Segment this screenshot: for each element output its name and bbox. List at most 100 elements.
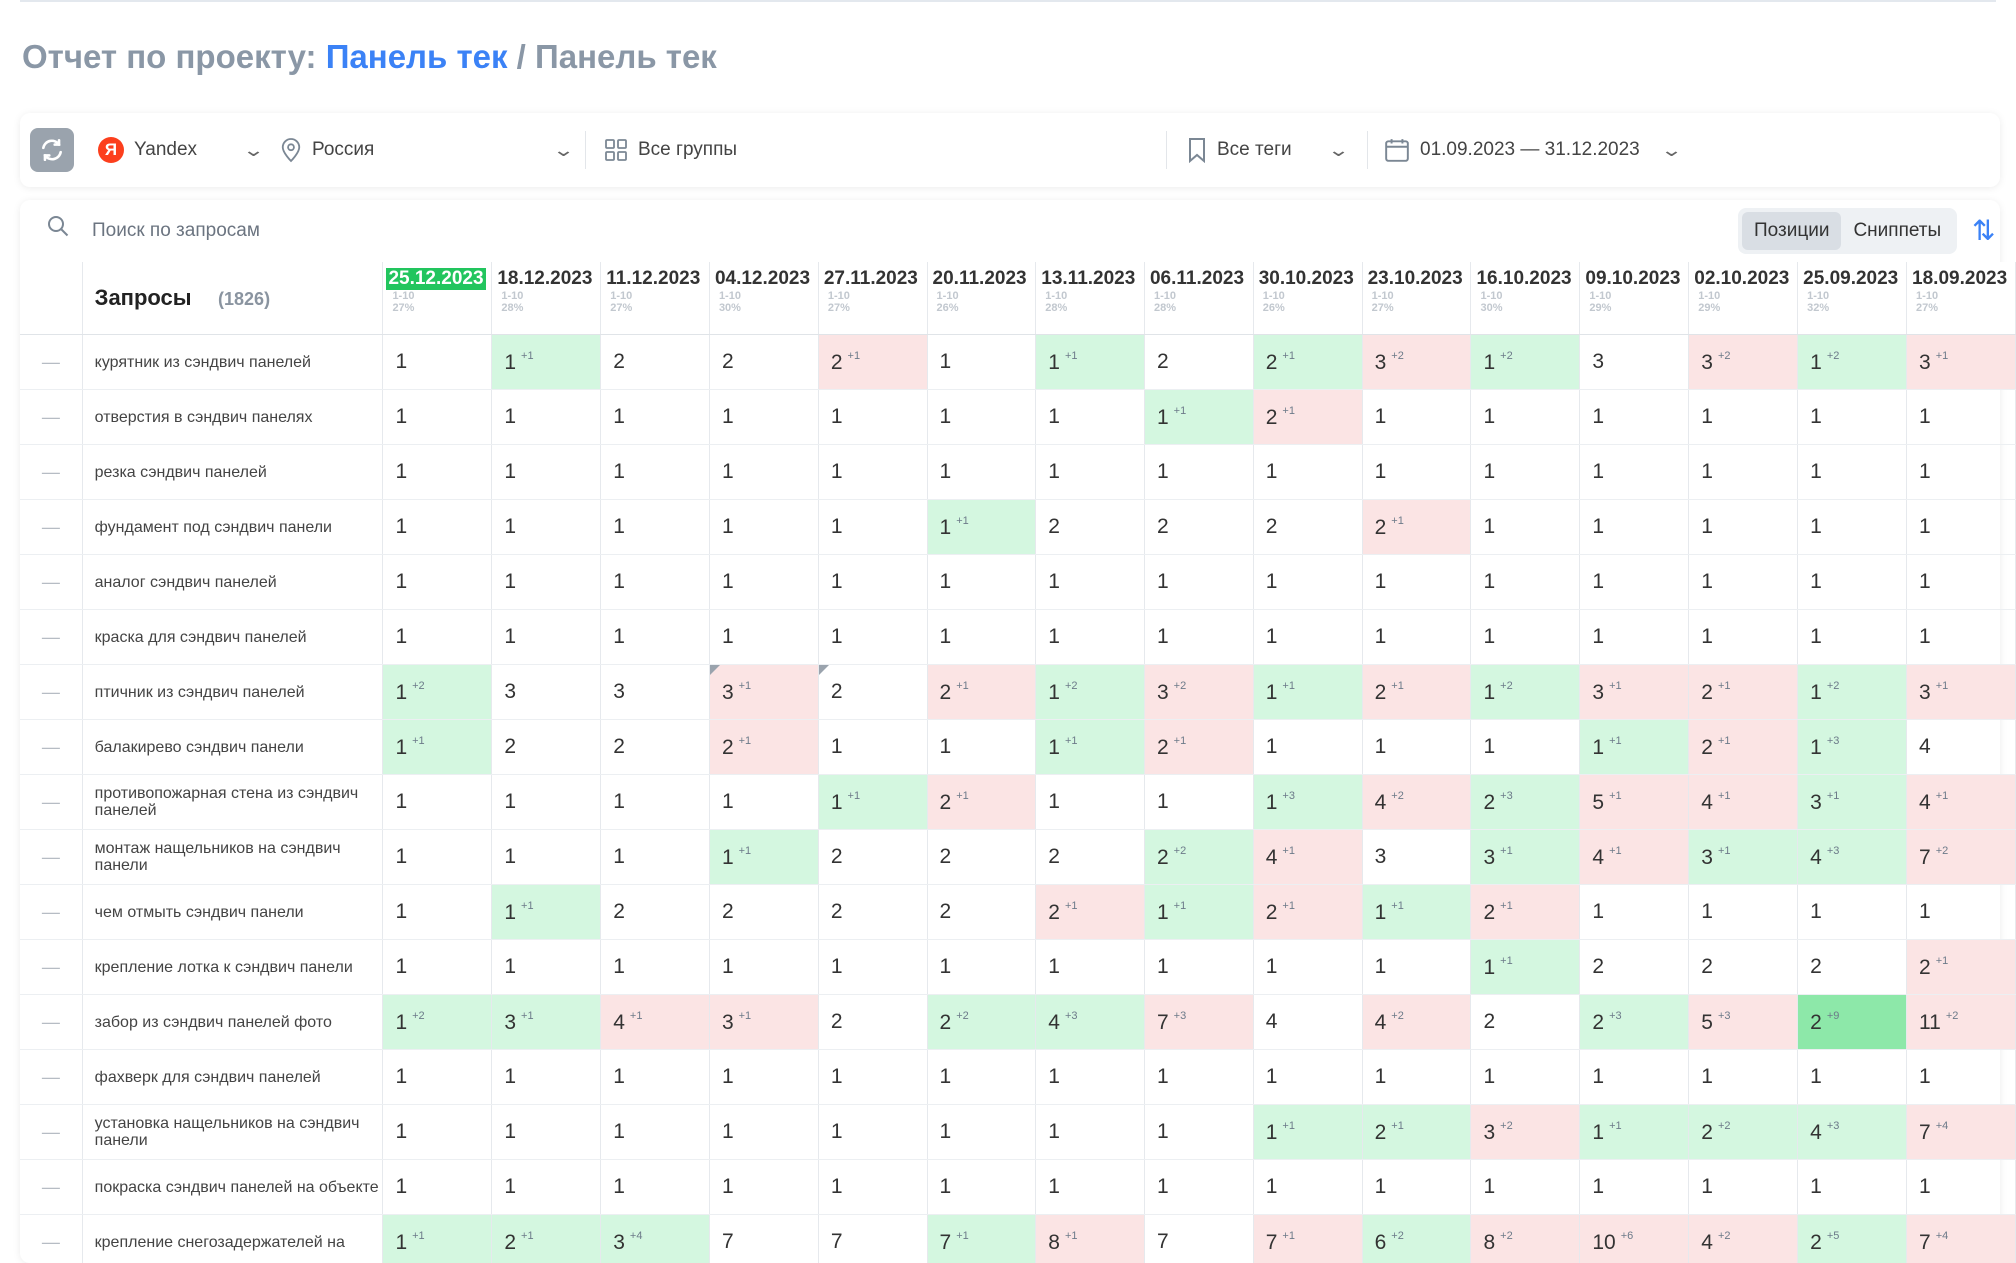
position-cell[interactable]: 1 +2 [1035,664,1145,720]
position-cell[interactable]: 1 +2 [382,994,493,1050]
position-cell[interactable]: 1 [382,829,493,885]
position-cell[interactable]: 2 [927,829,1037,885]
position-cell[interactable]: 1 [1362,609,1472,665]
date-column-header[interactable]: 11.12.2023 1-10 27% [600,262,710,335]
table-row[interactable]: — краска для сэндвич панелей 1 1 1 1 1 1 1 1 1 1 1 1 1… [20,609,2016,665]
row-handle[interactable]: — [20,499,83,555]
position-cell[interactable]: 1 [1579,389,1690,445]
row-handle[interactable]: — [20,719,83,775]
project-link[interactable]: Панель тек [326,38,508,75]
position-cell[interactable]: 2 [1470,994,1581,1050]
position-cell[interactable]: 1 [600,389,710,445]
position-cell[interactable]: 1 [818,499,928,555]
position-cell[interactable]: 3 +1 [709,994,819,1050]
date-column-header[interactable]: 18.09.2023 1-10 27% [1906,262,2016,335]
position-cell[interactable]: 1 +3 [1797,719,1908,775]
position-cell[interactable]: 3 [1579,334,1690,390]
row-handle[interactable]: — [20,554,83,610]
position-cell[interactable]: 1 [600,609,710,665]
position-cell[interactable]: 2 +1 [1253,334,1363,390]
position-cell[interactable]: 2 [600,719,710,775]
position-cell[interactable]: 1 [1470,1159,1581,1215]
engine-select[interactable]: Я Yandex ⌄ [98,113,280,187]
position-cell[interactable]: 1 +1 [1362,884,1472,940]
position-cell[interactable]: 1 [709,939,819,995]
position-cell[interactable]: 1 +1 [1144,389,1254,445]
position-cell[interactable]: 1 [1470,609,1581,665]
position-cell[interactable]: 1 [1797,554,1908,610]
position-cell[interactable]: 1 +1 [491,334,602,390]
position-cell[interactable]: 1 +2 [1470,334,1581,390]
position-cell[interactable]: 1 +1 [1253,664,1363,720]
position-cell[interactable]: 2 +1 [927,664,1037,720]
table-row[interactable]: — фундамент под сэндвич панели 1 1 1 1 1 1 +1 2 2 2… [20,499,2016,555]
position-cell[interactable]: 1 [600,829,710,885]
date-column-header[interactable]: 25.12.2023 1-10 27% [382,262,493,335]
position-cell[interactable]: 1 [1906,554,2016,610]
position-cell[interactable]: 2 [600,884,710,940]
position-cell[interactable]: 3 +2 [1688,334,1799,390]
position-cell[interactable]: 2 [709,884,819,940]
position-cell[interactable]: 2 +1 [1253,389,1363,445]
position-cell[interactable]: 1 [927,389,1037,445]
row-handle[interactable]: — [20,664,83,720]
position-cell[interactable]: 1 [1797,499,1908,555]
region-select[interactable]: Россия ⌄ [280,113,585,187]
table-row[interactable]: — чем отмыть сэндвич панели 1 1 +1 2 2 2 2 2 +1 1 +1… [20,884,2016,940]
row-handle[interactable]: — [20,939,83,995]
position-cell[interactable]: 1 [600,554,710,610]
position-cell[interactable]: 1 [1035,554,1145,610]
row-handle[interactable]: — [20,1159,83,1215]
position-cell[interactable]: 2 [1688,939,1799,995]
position-cell[interactable]: 1 [1470,1049,1581,1105]
position-cell[interactable]: 1 [1362,939,1472,995]
position-cell[interactable]: 5 +1 [1579,774,1690,830]
row-handle[interactable]: — [20,389,83,445]
date-column-header[interactable]: 27.11.2023 1-10 27% [818,262,928,335]
position-cell[interactable]: 1 [1035,1159,1145,1215]
position-cell[interactable]: 2 [1579,939,1690,995]
position-cell[interactable]: 7 [818,1214,928,1263]
search-input[interactable] [90,214,694,248]
position-cell[interactable]: 1 [927,554,1037,610]
position-cell[interactable]: 1 [1579,499,1690,555]
position-cell[interactable]: 1 [818,444,928,500]
position-cell[interactable]: 1 [491,1104,602,1160]
position-cell[interactable]: 2 +9 [1797,994,1908,1050]
query-header[interactable]: Запросы (1826) [82,262,384,335]
position-cell[interactable]: 3 +2 [1362,334,1472,390]
date-column-header[interactable]: 18.12.2023 1-10 28% [491,262,602,335]
position-cell[interactable]: 1 [927,1104,1037,1160]
position-cell[interactable]: 1 +2 [1797,334,1908,390]
position-cell[interactable]: 1 [491,444,602,500]
position-cell[interactable]: 1 +1 [1253,1104,1363,1160]
position-cell[interactable]: 4 +1 [600,994,710,1050]
position-cell[interactable]: 1 [1144,774,1254,830]
position-cell[interactable]: 1 [491,829,602,885]
position-cell[interactable]: 3 +1 [1470,829,1581,885]
table-row[interactable]: — установка нащельников на сэндвич панели… [20,1104,2016,1160]
position-cell[interactable]: 1 [1906,389,2016,445]
row-handle[interactable]: — [20,1104,83,1160]
position-cell[interactable]: 1 [709,774,819,830]
position-cell[interactable]: 10 +6 [1579,1214,1690,1263]
position-cell[interactable]: 2 +1 [1688,664,1799,720]
position-cell[interactable]: 2 [927,884,1037,940]
position-cell[interactable]: 7 +3 [1144,994,1254,1050]
position-cell[interactable]: 1 [1035,774,1145,830]
position-cell[interactable]: 4 +1 [1579,829,1690,885]
position-cell[interactable]: 1 +1 [1579,1104,1690,1160]
position-cell[interactable]: 1 [600,1049,710,1105]
position-cell[interactable]: 1 [1362,389,1472,445]
position-cell[interactable]: 2 +1 [1253,884,1363,940]
position-cell[interactable]: 11 +2 [1906,994,2016,1050]
position-cell[interactable]: 1 [1144,1049,1254,1105]
position-cell[interactable]: 1 [600,1159,710,1215]
position-cell[interactable]: 1 [1797,389,1908,445]
position-cell[interactable]: 1 [1688,444,1799,500]
position-cell[interactable]: 1 +2 [1797,664,1908,720]
position-cell[interactable]: 4 +3 [1035,994,1145,1050]
position-cell[interactable]: 1 [927,1049,1037,1105]
position-cell[interactable]: 1 [1688,609,1799,665]
position-cell[interactable]: 4 +2 [1362,774,1472,830]
